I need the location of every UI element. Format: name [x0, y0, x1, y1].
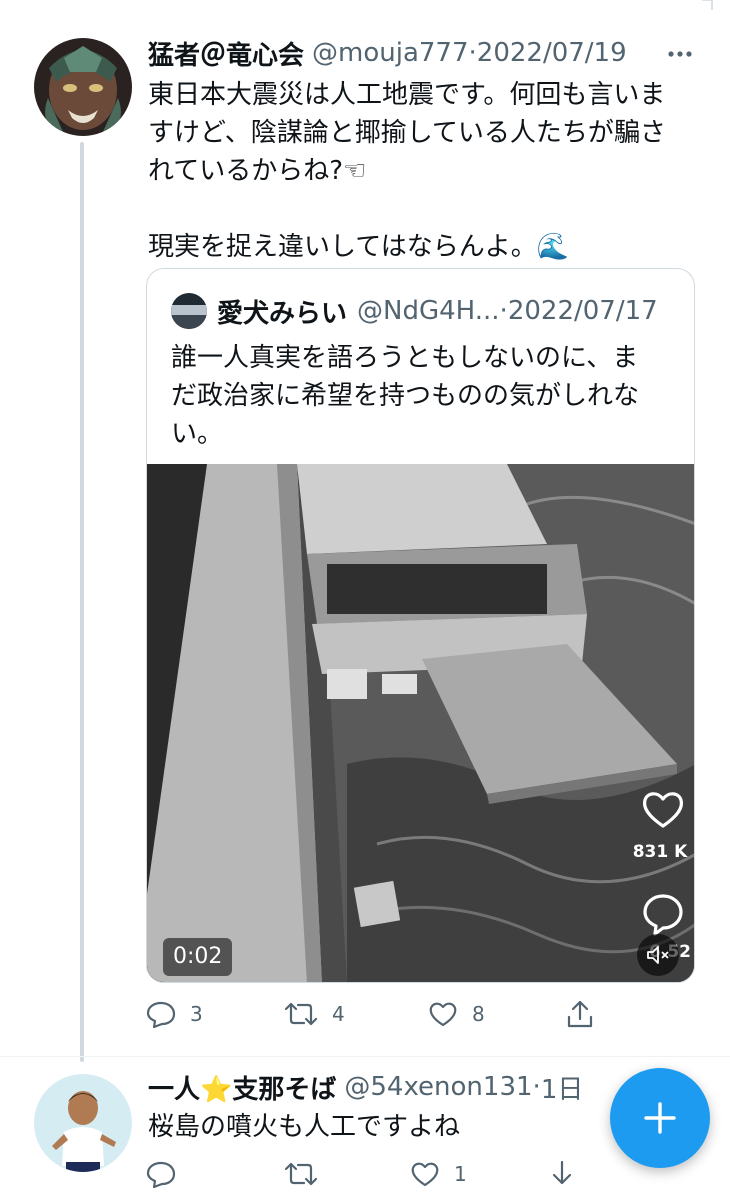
reply-button[interactable]: 3 [146, 1000, 284, 1028]
reply-author-avatar[interactable] [34, 1074, 132, 1172]
tweet-header: 猛者＠竜心会 @mouja777 · 2022/07/19 [148, 35, 730, 72]
reply-separator: · [532, 1072, 541, 1102]
quote-header: 愛犬みらい @NdG4H... · 2022/07/17 [171, 289, 658, 333]
heart-icon [429, 1002, 457, 1027]
reply-icon [146, 1161, 176, 1188]
tweet-divider [0, 1056, 730, 1057]
reply-actions: 1 [146, 1154, 576, 1194]
video-player[interactable]: 0:02 831 K 6.52 [147, 464, 694, 982]
speaker-muted-icon [647, 946, 669, 964]
comment-bubble-icon[interactable] [641, 892, 685, 936]
video-timestamp: 0:02 [163, 938, 233, 976]
author-avatar[interactable] [34, 38, 132, 136]
reply-date[interactable]: 1日 [541, 1069, 584, 1106]
heart-icon [411, 1162, 439, 1187]
corner-mark-icon [702, 0, 713, 10]
retweet-icon [284, 1002, 318, 1026]
header-separator: · [468, 38, 477, 68]
reply-icon [146, 1001, 176, 1028]
reply-header: 一人⭐支那そば @54xenon131 · 1日 [148, 1069, 584, 1106]
download-arrow-icon [552, 1160, 572, 1185]
share-icon [567, 1000, 593, 1028]
quote-author-handle: @NdG4H... [357, 296, 500, 326]
quote-author-avatar [171, 293, 207, 329]
retweet-button[interactable]: 4 [284, 1000, 428, 1028]
reply-reply-button[interactable] [146, 1160, 284, 1188]
reply-count: 3 [190, 1002, 203, 1026]
tweet-actions: 3 4 8 [146, 994, 594, 1034]
author-name[interactable]: 猛者＠竜心会 [148, 35, 304, 72]
quote-text: 誰一人真実を語ろうともしないのに、ま だ政治家に希望を持つものの気がしれな い。 [171, 343, 640, 449]
reply-like-button[interactable]: 1 [410, 1160, 548, 1188]
more-horizontal-icon[interactable] [666, 44, 694, 64]
reply-author-name[interactable]: 一人⭐支那そば [148, 1069, 336, 1106]
author-handle[interactable]: @mouja777 [312, 38, 469, 68]
quote-date: 2022/07/17 [507, 296, 658, 326]
like-count: 8 [472, 1002, 485, 1026]
video-frame [147, 464, 694, 982]
reply-like-count: 1 [454, 1162, 467, 1186]
reply-download-button[interactable] [548, 1159, 576, 1189]
tweet-date[interactable]: 2022/07/19 [477, 38, 627, 68]
quote-tweet-card[interactable]: 愛犬みらい @NdG4H... · 2022/07/17 誰一人真実を語ろうとも… [146, 268, 695, 983]
thread-line [80, 142, 84, 1062]
tweet-text: 東日本大震災は人工地震です。何回も言いま すけど、陰謀論と揶揄している人たちが騙… [148, 80, 666, 262]
video-like-count: 831 K [632, 842, 688, 862]
compose-tweet-button[interactable] [610, 1068, 710, 1168]
plus-icon [644, 1102, 676, 1134]
quote-separator: · [499, 296, 508, 326]
reply-author-handle[interactable]: @54xenon131 [344, 1072, 532, 1102]
heart-outline-icon[interactable] [641, 789, 685, 829]
share-button[interactable] [566, 999, 594, 1029]
retweet-count: 4 [332, 1002, 345, 1026]
like-button[interactable]: 8 [428, 1000, 566, 1028]
retweet-icon [284, 1162, 318, 1186]
reply-retweet-button[interactable] [284, 1160, 410, 1188]
quote-author-name: 愛犬みらい [217, 298, 348, 329]
mute-button[interactable] [637, 934, 679, 976]
reply-text: 桜島の噴火も人工ですよね [148, 1112, 461, 1142]
